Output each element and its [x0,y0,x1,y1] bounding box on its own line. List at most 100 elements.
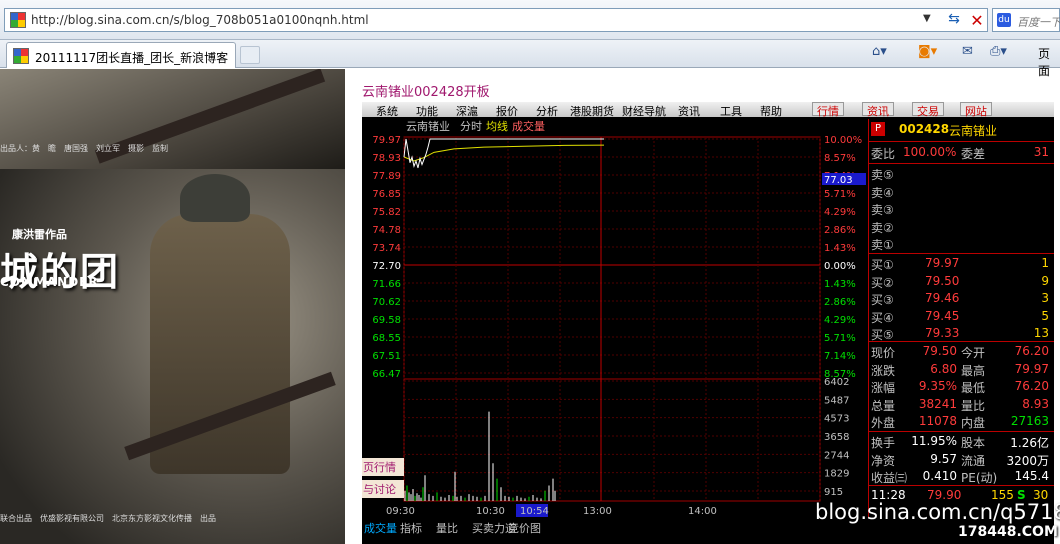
stat-row: 总量 38241 量比 8.93 [869,397,1054,414]
stat-row: 涨跌 6.80 最高 79.97 [869,362,1054,379]
banner-author: 康洪雷作品 [12,228,67,241]
caption-market[interactable]: 页行情 [362,458,404,476]
banner-credit-bottom: 联合出品 优盛影视有限公司 北京东方影视文化传播 出品 [0,514,216,523]
tab-active[interactable]: 20111117团长直播_团长_新浪博客 [6,42,236,68]
volume-tick: 2744 [824,450,849,461]
stat-label: 总量 [871,398,896,413]
banner-credit-top: 出品人：黄 瞻 唐国强 刘立军 摄影 监制 [0,144,168,153]
price-tick: 78.93 [372,153,401,164]
avg-line [403,144,605,162]
price-tick: 72.70 [372,261,401,272]
buy-price: 79.50 [925,273,960,288]
buy-qty: 1 [1041,256,1049,270]
stat-row: 涨幅 9.35% 最低 76.20 [869,379,1054,396]
time-tick: 09:30 [386,506,415,517]
stat-label-2: PE(动) [961,471,998,485]
price-tick: 66.47 [372,369,401,380]
stat-value-2: 8.93 [1022,396,1049,411]
tab-quote[interactable]: 行情 [812,102,844,118]
stat-label: 收益㈢ [871,471,908,485]
sell-label: 卖③ [871,203,894,217]
tab-title: 20111117团长直播_团长_新浪博客 [35,51,229,65]
url-input[interactable]: http://blog.sina.com.cn/s/blog_708b051a0… [4,8,988,32]
banner-en-title: COMMANDER [0,275,99,289]
tab-news[interactable]: 资讯 [862,102,894,118]
tab-website[interactable]: 网站 [960,102,992,118]
bottom-tab[interactable]: 成交量 [364,520,397,536]
time-tick: 14:00 [688,506,717,517]
page-menu[interactable]: 页面 [1038,45,1060,78]
buy-qty: 5 [1041,308,1049,323]
rss-icon[interactable]: ◙▾ [918,44,937,64]
chart-stock-name: 云南锗业 [406,119,450,133]
mail-icon[interactable]: ✉ [962,44,973,64]
buy-qty: 3 [1041,291,1049,305]
caption-discuss[interactable]: 与讨论 [362,480,404,498]
stat-value: 11.95% [911,434,957,448]
stat-value-2: 76.20 [1014,379,1049,393]
cursor-price: 77.03 [824,175,853,186]
bottom-tab[interactable]: 竞价图 [508,520,541,536]
sell-row: 卖③ [869,201,1054,218]
url-text: http://blog.sina.com.cn/s/blog_708b051a0… [31,13,369,27]
price-line [403,138,604,169]
address-bar: http://blog.sina.com.cn/s/blog_708b051a0… [0,0,1060,40]
stat-label-2: 今开 [961,346,986,360]
stat-row: 换手 11.95% 股本 1.26亿 [869,434,1054,451]
stat-label: 外盘 [871,416,896,430]
webi-label: 委比 [871,147,896,161]
stat-value-2: 1.26亿 [1010,436,1049,450]
stat-value: 9.35% [918,379,957,393]
volume-axis: 6402 5487 4573 3658 2744 1829 915 [824,377,849,498]
pct-tick: 7.14% [824,351,856,362]
buy-price: 79.46 [925,291,960,305]
stat-value-2: 3200万 [1006,453,1049,468]
buy-qty: 13 [1033,326,1049,340]
pct-tick: 5.71% [824,189,856,200]
time-tick: 13:00 [583,506,612,517]
buy-row: 买④ 79.45 5 [869,309,1054,326]
stat-label: 换手 [871,436,896,450]
watermark: blog.sina.com.cn/q5718 [815,500,1060,524]
pct-tick: 4.29% [824,207,856,218]
bottom-tab[interactable]: 量比 [436,520,458,536]
print-icon[interactable]: ⎙▾ [990,44,1007,64]
stat-value-2: 79.97 [1014,361,1049,376]
buy-label: 买① [871,258,894,272]
volume-tick: 6402 [824,377,849,388]
stat-value: 38241 [918,396,957,411]
intraday-chart: 79.97 78.93 77.89 76.85 75.82 74.78 73.74 72.70… [372,119,866,517]
tab-bar: 20111117团长直播_团长_新浪博客 ⌂▾ ◙▾ ✉ ⎙▾ 页面 [0,40,1060,78]
post-title: 云南锗业002428开板 [362,85,490,100]
sell-label: 卖② [871,220,894,235]
webi-value: 100.00% [903,145,957,159]
time-tick: 10:30 [476,506,505,517]
url-dropdown-icon[interactable]: ▼ [923,13,931,24]
stop-icon[interactable]: ✕ [967,11,987,30]
sell-row: 卖② [869,219,1054,236]
pct-tick: 5.71% [824,333,856,344]
new-tab-button[interactable] [240,46,260,64]
chart-avg-label: 均线 [486,119,508,133]
stat-value: 0.410 [922,469,957,483]
p-badge-icon: P [871,122,885,136]
tab-trade[interactable]: 交易 [912,102,944,118]
bottom-tab[interactable]: 指标 [400,520,422,536]
volume-tick: 915 [824,487,843,498]
stat-row: 外盘 11078 内盘 27163 [869,414,1054,431]
pct-axis: 10.00% 8.57% 7.14% 5.71% 4.29% 2.86% 1.43% 0.00… [824,135,862,380]
search-input[interactable]: du 百度一下 [992,8,1060,32]
volume-tick: 5487 [824,395,849,406]
movie-banner: 出品人：黄 瞻 唐国强 刘立军 摄影 监制 康洪雷作品 城的团 COMMANDE… [0,69,345,544]
tab-favicon-icon [13,48,29,64]
stat-value-2: 76.20 [1014,344,1049,358]
terminal-menubar: 系统 功能 深滬 报价 分析 港股期货 财经导航 资讯 工具 帮助 行情 资讯 … [362,102,1054,118]
stat-label-2: 内盘 [961,416,986,430]
refresh-icon[interactable]: ⇆ [943,11,965,29]
stat-label-2: 最低 [961,381,986,395]
stat-label: 涨幅 [871,381,896,395]
sell-row: 卖① [869,236,1054,253]
sell-label: 卖① [871,238,894,252]
home-icon[interactable]: ⌂▾ [872,44,887,64]
pct-tick: 2.86% [824,297,856,308]
